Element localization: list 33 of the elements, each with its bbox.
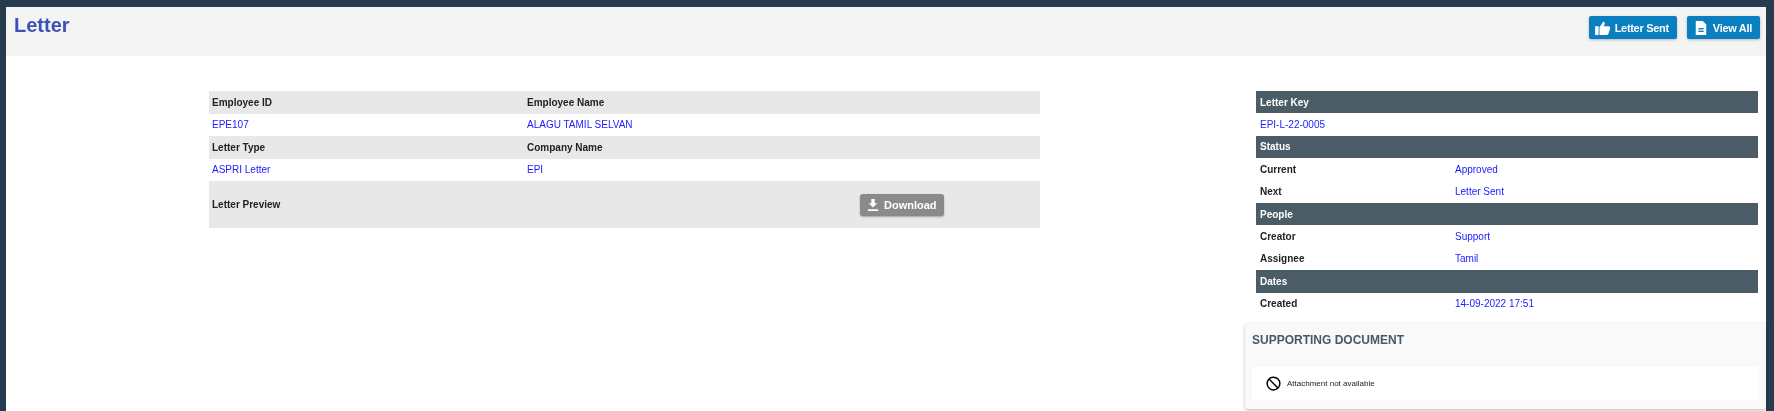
- field-value: Letter Sent: [1454, 186, 1504, 198]
- field-label: Employee Name: [526, 96, 605, 108]
- field-label: Assignee: [1259, 253, 1306, 265]
- field-label: Current: [1259, 163, 1298, 175]
- field-label: Letter Preview: [211, 199, 282, 210]
- field-value: 14-09-2022 17:51: [1454, 298, 1534, 310]
- prohibited-icon: [1266, 375, 1281, 391]
- field-label: Next: [1259, 186, 1283, 198]
- field-value: ASPRI Letter: [211, 164, 272, 176]
- empty-message: Attachment not available: [1287, 378, 1375, 388]
- field-value: EPI-L-22-0005: [1259, 119, 1326, 131]
- field-value: EPE107: [211, 119, 250, 131]
- section-heading: Status: [1259, 141, 1291, 153]
- field-value: Support: [1454, 231, 1491, 243]
- thumbs-up-icon: [1594, 20, 1611, 35]
- field-label: Letter Type: [211, 141, 267, 153]
- section-heading: People: [1259, 208, 1293, 220]
- section-heading: Dates: [1259, 275, 1288, 287]
- field-value: EPI: [526, 164, 544, 176]
- field-value: Tamil: [1454, 253, 1479, 265]
- action-button[interactable]: Letter Sent: [1588, 16, 1677, 39]
- field-label: Company Name: [526, 141, 603, 153]
- download-button[interactable]: Download: [860, 193, 944, 216]
- field-value: Approved: [1454, 163, 1498, 175]
- section-heading: Letter Key: [1259, 96, 1309, 108]
- field-label: Employee ID: [211, 96, 274, 108]
- field-value: ALAGU TAMIL SELVAN: [526, 119, 633, 131]
- card-title: SUPPORTING DOCUMENT: [1252, 332, 1405, 347]
- field-label: Created: [1259, 298, 1299, 310]
- page-title: Letter: [14, 14, 70, 37]
- field-label: Creator: [1259, 231, 1297, 243]
- action-button[interactable]: View All: [1686, 16, 1760, 39]
- download-icon: [867, 198, 879, 211]
